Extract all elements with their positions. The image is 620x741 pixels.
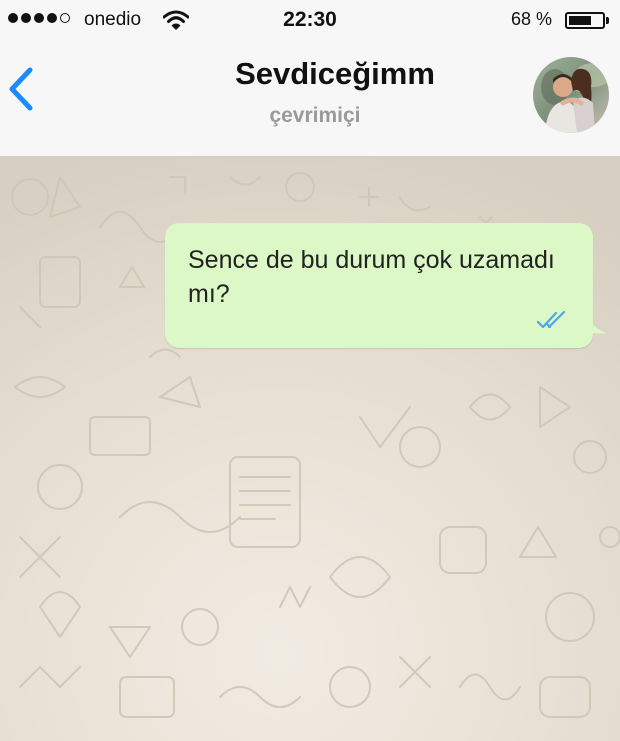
battery-percentage: 68 %: [511, 9, 553, 29]
contact-name[interactable]: Sevdiceğimm: [0, 56, 620, 92]
battery-level: [569, 16, 591, 25]
chat-header: Sevdiceğimm çevrimiçi: [0, 40, 620, 157]
message-text: Sence de bu durum çok uzamadı mı?: [188, 246, 555, 308]
message-bubble-outgoing[interactable]: Sence de bu durum çok uzamadı mı?: [165, 223, 593, 348]
status-bar: onedio 22:30 68 %: [0, 0, 620, 40]
contact-avatar[interactable]: [533, 57, 609, 133]
presence-status: çevrimiçi: [269, 104, 361, 127]
battery-icon: [565, 12, 605, 29]
bubble-tail: [589, 317, 607, 334]
battery-terminal: [606, 17, 609, 24]
double-check-icon: [536, 310, 566, 329]
chat-area[interactable]: Sence de bu durum çok uzamadı mı?: [0, 157, 620, 741]
